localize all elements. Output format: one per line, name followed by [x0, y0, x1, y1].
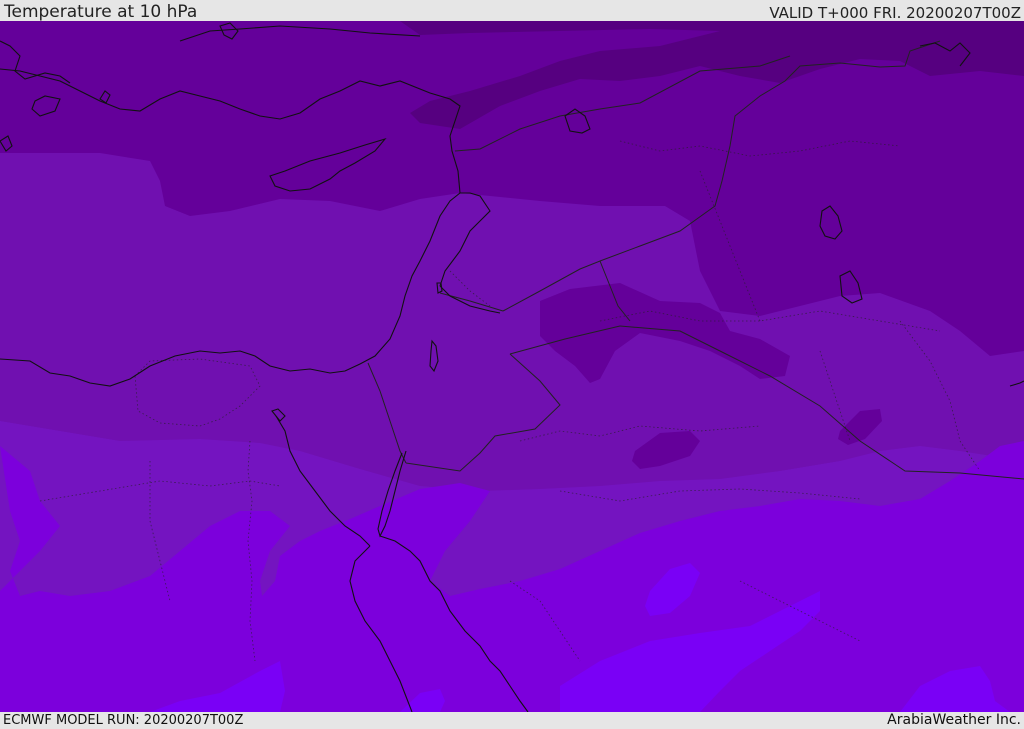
map-title: Temperature at 10 hPa [4, 2, 198, 22]
model-run-label: ECMWF MODEL RUN: 20200207T00Z [3, 713, 244, 728]
map-viewer: Temperature at 10 hPa VALID T+000 FRI. 2… [0, 0, 1024, 729]
map-canvas [0, 21, 1024, 712]
temperature-map[interactable] [0, 21, 1024, 712]
valid-time: VALID T+000 FRI. 20200207T00Z [769, 4, 1021, 22]
credit-label: ArabiaWeather Inc. [887, 712, 1021, 728]
header-bar: Temperature at 10 hPa VALID T+000 FRI. 2… [0, 0, 1024, 21]
footer-bar: ECMWF MODEL RUN: 20200207T00Z ArabiaWeat… [0, 712, 1024, 729]
